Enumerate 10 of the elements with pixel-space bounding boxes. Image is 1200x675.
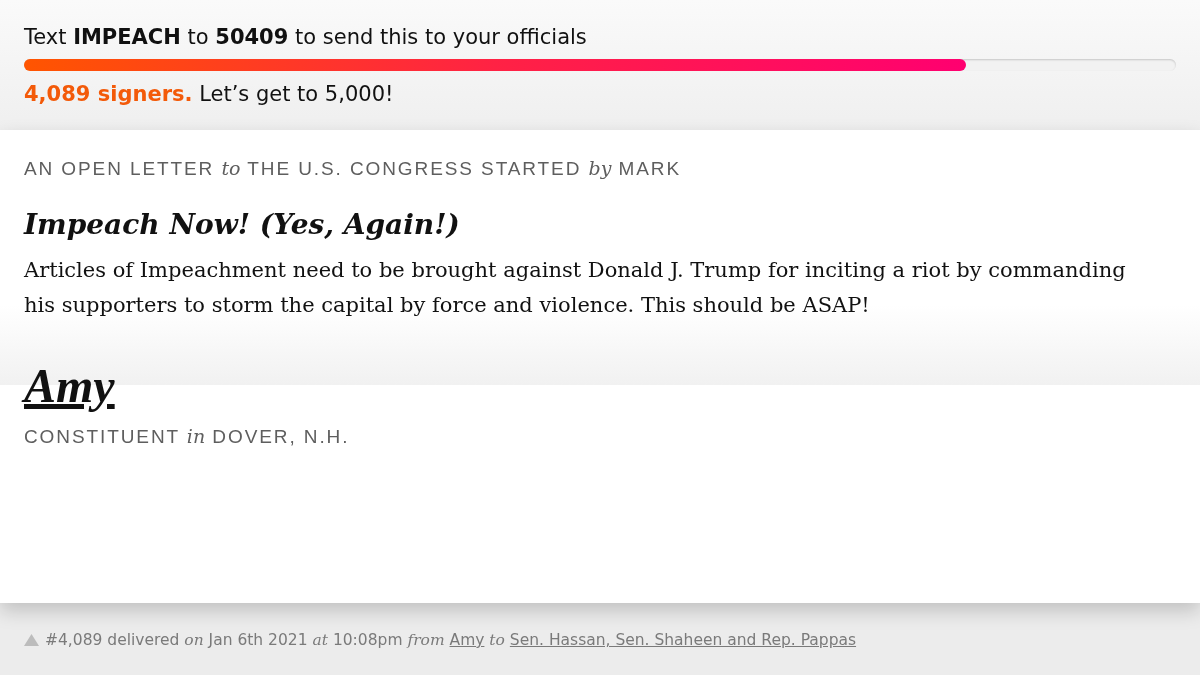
letter-title: Impeach Now! (Yes, Again!) — [24, 207, 461, 243]
delivery-info: #4,089 delivered on Jan 6th 2021 at 10:08pm from Amy to Sen. Hassan, Sen. Shaheen and Rep. Pappas — [45, 630, 857, 650]
sms-instruction: Text IMPEACH to 50409 to send this to your officials — [24, 24, 588, 51]
sender-link[interactable]: Amy — [449, 631, 485, 649]
recipients-link[interactable]: Sen. Hassan, Sen. Shaheen and Rep. Pappas — [509, 631, 857, 649]
triangle-icon — [24, 634, 39, 646]
signer-count: 4,089 signers. Let’s get to 5,000! — [24, 81, 395, 108]
signer-location: CONSTITUENT in DOVER, N.H. — [24, 424, 351, 449]
letter-body: Articles of Impeachment need to be brought against Donald J. Trump for inciting a riot by commanding his supporters to storm the capital by force and violence. This should be ASAP! — [24, 257, 1127, 319]
letter-meta: AN OPEN LETTER to THE U.S. CONGRESS STARTED by MARK — [24, 156, 683, 181]
